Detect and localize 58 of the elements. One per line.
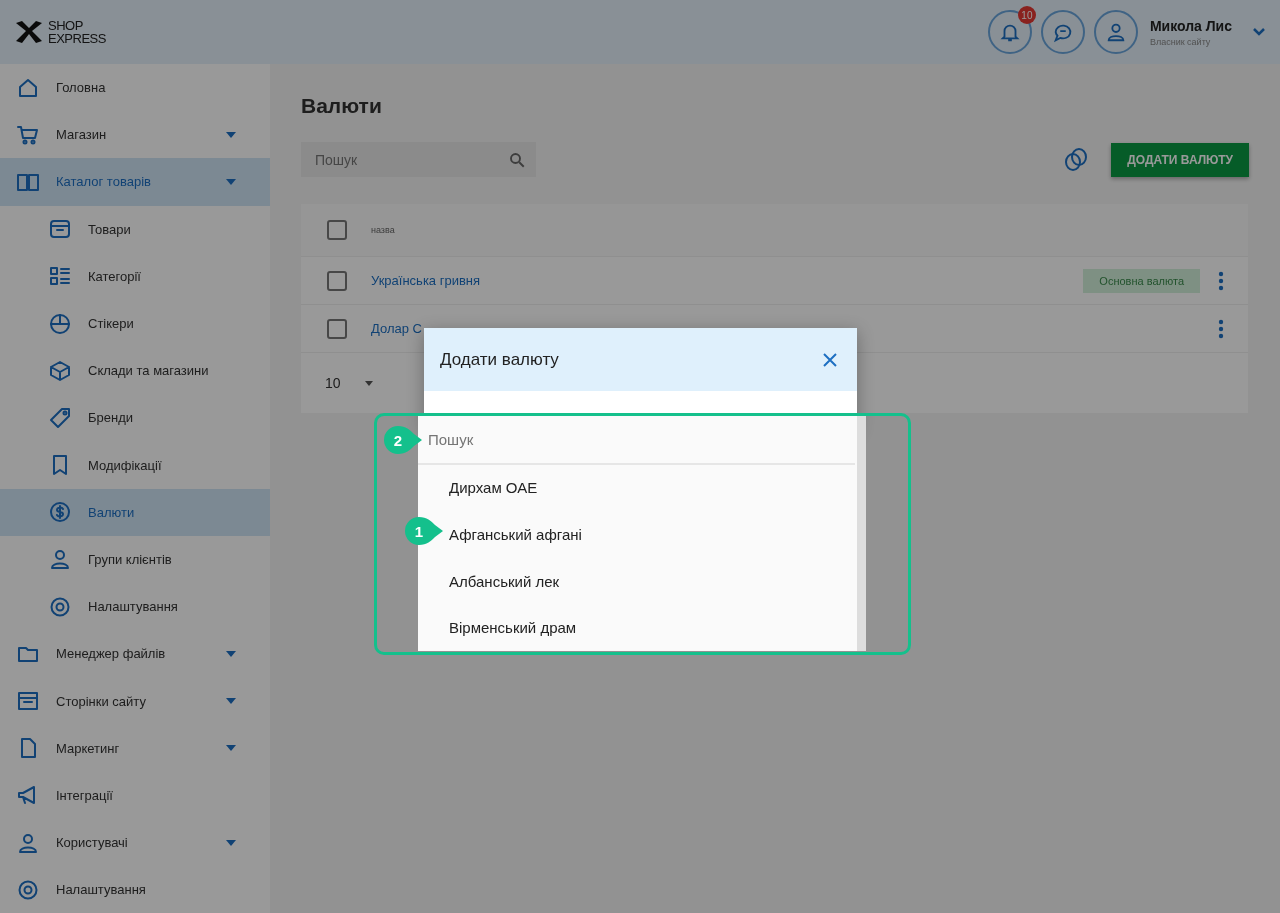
logo-text: EXPRESS (48, 32, 106, 45)
callout-marker: 1 (405, 517, 445, 545)
user-name: Микола Лис (1149, 17, 1232, 34)
currency-link[interactable]: Долар С (371, 321, 422, 336)
notification-count: 10 (1017, 6, 1036, 24)
more-icon[interactable] (1218, 270, 1224, 291)
currency-link[interactable]: Українська гривня (371, 273, 481, 288)
caret-icon (226, 178, 236, 185)
sidebar-item[interactable]: Товари (0, 205, 270, 253)
checkbox[interactable] (327, 270, 347, 291)
cube-icon (48, 358, 72, 383)
sidebar-item[interactable]: Маркетинг (0, 724, 270, 772)
dropdown-option[interactable]: Дирхам ОАЕ (449, 464, 538, 512)
sidebar-item[interactable]: Категорії (0, 252, 270, 300)
caret-icon (226, 745, 236, 752)
page-title: Валюти (301, 94, 383, 119)
page-size[interactable]: 10 (325, 375, 341, 391)
sidebar-item[interactable]: Магазин (0, 111, 270, 159)
dollar-icon (48, 500, 72, 525)
dropdown-option[interactable]: Вірменський драм (449, 604, 577, 651)
caret-icon (226, 650, 236, 657)
sidebar-item[interactable]: Налаштування (0, 866, 270, 913)
search-field[interactable]: Пошук (301, 142, 536, 177)
caret-icon (226, 698, 236, 705)
sidebar-item[interactable]: Налаштування (0, 583, 270, 631)
chat-button[interactable] (1040, 10, 1085, 54)
sidebar-item[interactable]: Інтеграції (0, 771, 270, 819)
column-header: назва (371, 225, 395, 235)
dropdown-option[interactable]: Албанський лек (449, 557, 560, 605)
modal-title: Додати валюту (440, 349, 560, 370)
sidebar-item[interactable]: Бренди (0, 394, 270, 442)
caret-icon[interactable] (364, 380, 373, 386)
sidebar-item[interactable]: Менеджер файлів (0, 630, 270, 678)
checkbox[interactable] (327, 318, 347, 339)
search-icon (508, 150, 526, 169)
sidebar-item[interactable]: Головна (0, 64, 270, 112)
scrollbar[interactable] (857, 416, 866, 651)
status-badge: Основна валюта (1083, 268, 1200, 293)
sidebar-item[interactable]: Групи клієнтів (0, 535, 270, 584)
profile-button[interactable] (1093, 10, 1138, 54)
dropdown-option[interactable]: Афганський афгані (449, 511, 582, 558)
search-field[interactable]: Пошук (428, 430, 728, 448)
callout-marker: 2 (384, 426, 424, 454)
user-role: Власник сайту (1149, 36, 1212, 47)
search-input[interactable]: Пошук (313, 150, 508, 169)
more-icon[interactable] (1218, 318, 1224, 339)
sidebar-item[interactable]: Користувачі (0, 819, 270, 867)
caret-icon (226, 839, 236, 846)
sidebar-item[interactable]: Модифікації (0, 441, 270, 489)
sidebar-item[interactable]: Стікери (0, 299, 270, 348)
caret-icon (226, 131, 236, 138)
checkbox[interactable] (327, 220, 347, 240)
sidebar-item[interactable]: Склади та магазини (0, 347, 270, 395)
logo-text: SHOP (48, 19, 84, 32)
sticker-icon (48, 311, 72, 336)
user-icon (48, 547, 72, 572)
sidebar-item[interactable]: Сторінки сайту (0, 677, 270, 725)
coins-icon[interactable] (1063, 146, 1090, 173)
